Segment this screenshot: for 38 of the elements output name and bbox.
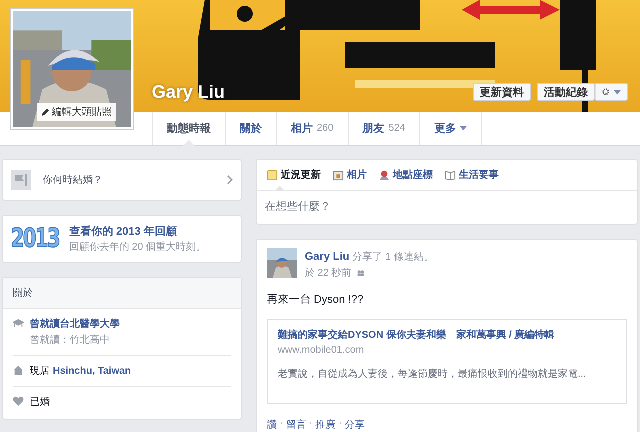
author-link[interactable]: Gary Liu bbox=[305, 251, 350, 263]
year-label: 2013 bbox=[11, 224, 60, 254]
link-preview[interactable]: 難搞的家事交給DYSON 保你夫妻和樂 家和萬事興 / 廣編特輯 www.mobile01.com 老實說，自從成為人妻後，每逢節慶時，最痛恨收到的禮物就是家電... bbox=[267, 319, 627, 404]
review-title: 查看你的 2013 年回顧 bbox=[69, 224, 178, 239]
about-entry: 現居 Hsinchu, Taiwan bbox=[30, 365, 132, 378]
flag-icon bbox=[11, 170, 31, 190]
separator-dot: · bbox=[280, 418, 284, 431]
post-action-link[interactable]: 分享 bbox=[345, 418, 366, 432]
post-text: 再來一台 Dyson !?? bbox=[267, 293, 365, 307]
composer-tab[interactable]: 相片 bbox=[329, 166, 371, 184]
link-title[interactable]: 難搞的家事交給DYSON 保你夫妻和樂 家和萬事興 / 廣編特輯 bbox=[278, 328, 616, 342]
post-action-link[interactable]: 讚 bbox=[267, 418, 277, 432]
about-entry: 已婚 bbox=[30, 396, 50, 409]
prompt-text: 你何時結婚？ bbox=[43, 174, 104, 187]
review-subtitle: 回顧你去年的 20 個重大時刻。 bbox=[69, 240, 206, 254]
composer-tab[interactable]: 生活要事 bbox=[441, 166, 503, 184]
profile-tab[interactable]: 動態時報 bbox=[152, 112, 226, 145]
note-icon bbox=[267, 170, 278, 180]
composer-tab[interactable]: 地點座標 bbox=[375, 166, 437, 184]
about-title: 關於 bbox=[3, 278, 241, 309]
separator-dot: · bbox=[309, 418, 313, 431]
post-action-link[interactable]: 留言 bbox=[286, 418, 306, 432]
about-entry: 曾就讀台北醫學大學 bbox=[30, 318, 120, 331]
map-pin-icon bbox=[379, 170, 390, 180]
post-action-text: 分享了 1 條連結。 bbox=[352, 252, 434, 263]
life-event-card[interactable]: 你何時結婚？ bbox=[2, 159, 242, 201]
about-detail: 曾就讀：竹北高中 bbox=[30, 334, 111, 347]
link-summary: 老實說，自從成為人妻後，每逢節慶時，最痛恨收到的禮物就是家電... bbox=[278, 368, 588, 381]
audience-icon bbox=[356, 269, 365, 277]
separator-dot: · bbox=[338, 418, 342, 431]
graduation-cap-icon bbox=[13, 318, 24, 329]
heart-icon bbox=[13, 396, 24, 407]
photo-icon bbox=[333, 170, 344, 180]
book-icon bbox=[445, 170, 456, 180]
chevron-icon bbox=[227, 175, 233, 185]
house-icon bbox=[13, 365, 24, 376]
link-domain: www.mobile01.com bbox=[278, 345, 366, 356]
post-action-link[interactable]: 推廣 bbox=[316, 418, 336, 432]
